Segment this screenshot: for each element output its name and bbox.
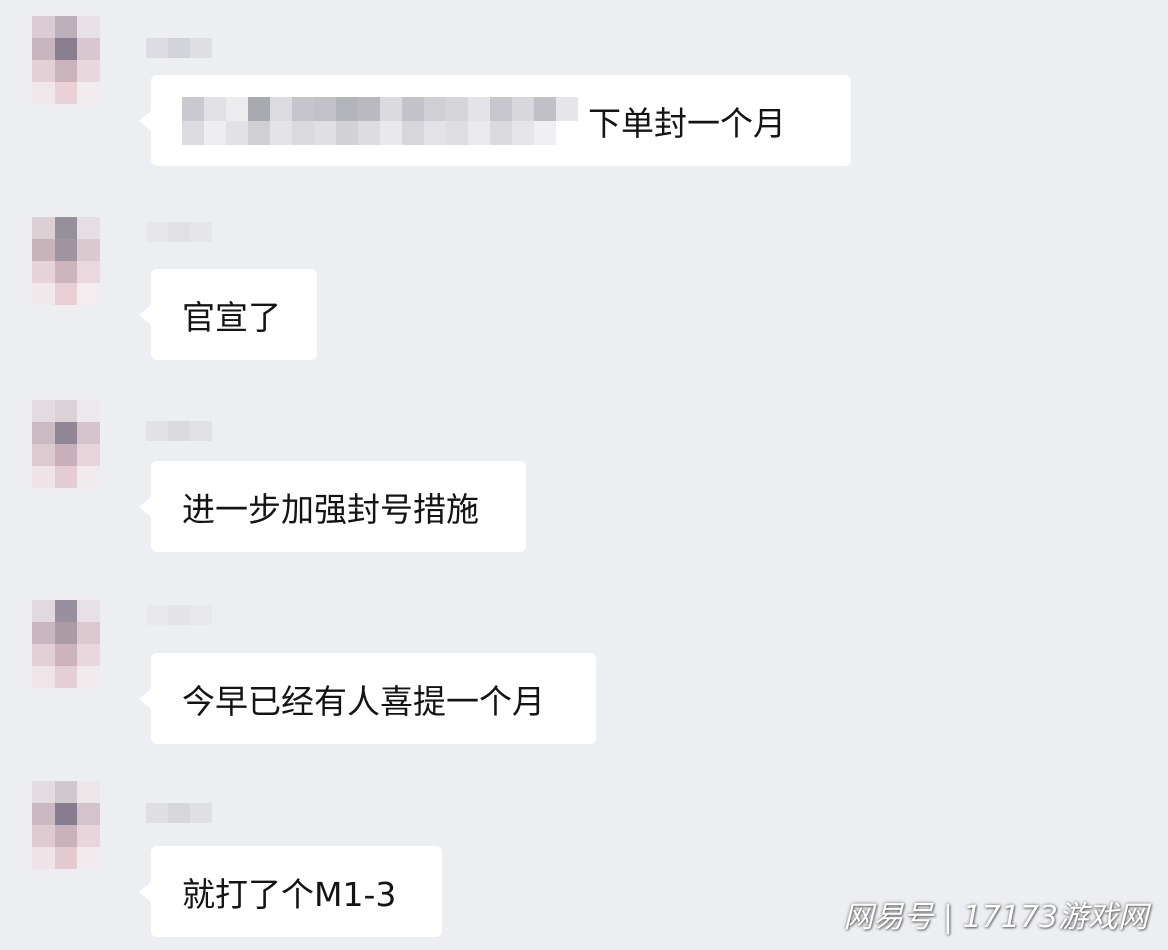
message-bubble[interactable]: 下单封一个月 xyxy=(139,75,851,166)
avatar[interactable] xyxy=(32,400,100,488)
avatar[interactable] xyxy=(32,600,100,688)
message-bubble[interactable]: 进一步加强封号措施 xyxy=(139,461,526,552)
sender-name-redacted xyxy=(146,222,212,242)
sender-name-redacted xyxy=(146,38,212,58)
message-bubble[interactable]: 今早已经有人喜提一个月 xyxy=(139,653,596,744)
message-text: 今早已经有人喜提一个月 xyxy=(182,681,545,721)
message-bubble[interactable]: 就打了个M1-3 xyxy=(139,846,442,937)
sender-name-redacted xyxy=(146,605,212,625)
message-bubble[interactable]: 官宣了 xyxy=(139,269,317,360)
message-text: 官宣了 xyxy=(182,297,281,337)
message-text: 就打了个M1-3 xyxy=(182,874,397,914)
avatar[interactable] xyxy=(32,781,100,869)
sender-name-redacted xyxy=(146,421,212,441)
redacted-text xyxy=(182,96,578,145)
chat-message-list: 下单封一个月 官宣了 进一步加强封号措施 今早已经有人喜提一个月 就打了个M1-… xyxy=(0,0,1168,950)
avatar[interactable] xyxy=(32,217,100,305)
avatar[interactable] xyxy=(32,16,100,104)
sender-name-redacted xyxy=(146,803,212,823)
watermark: 网易号 | 17173游戏网 xyxy=(843,900,1148,935)
message-text: 下单封一个月 xyxy=(588,103,786,143)
message-text: 进一步加强封号措施 xyxy=(182,489,479,529)
